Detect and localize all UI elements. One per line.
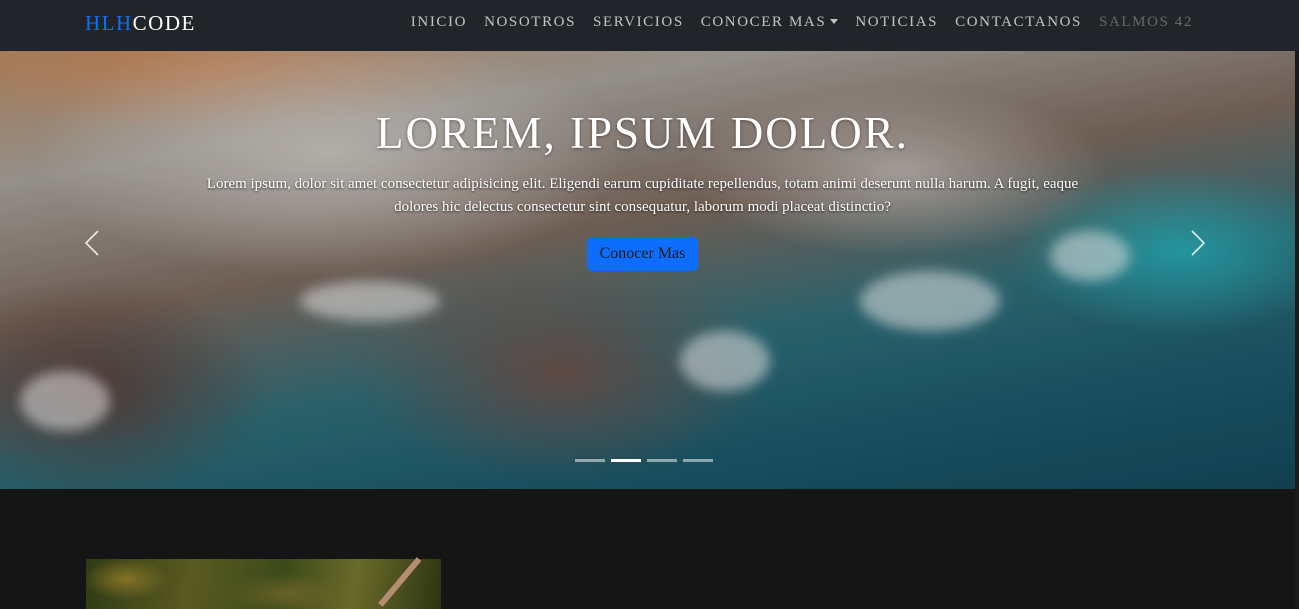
carousel-indicator-3[interactable]	[647, 459, 677, 462]
road-decoration	[378, 557, 422, 607]
nav-item-conocer-mas-dropdown[interactable]: CONOCER MAS	[701, 14, 839, 31]
hero-text: Lorem ipsum, dolor sit amet consectetur …	[206, 176, 1079, 215]
nav-item-noticias[interactable]: NOTICIAS	[855, 14, 938, 31]
carousel-prev-button[interactable]	[72, 223, 112, 263]
scrollbar-track[interactable]	[1295, 51, 1299, 609]
nav-item-conocer-mas-label: CONOCER MAS	[700, 14, 827, 30]
nav-item-nosotros[interactable]: NOSOTROS	[484, 14, 576, 31]
carousel-indicators	[575, 459, 713, 462]
card-image	[86, 557, 441, 609]
carousel-indicator-2[interactable]	[611, 459, 641, 462]
carousel-indicator-4[interactable]	[683, 459, 713, 462]
conocer-mas-button[interactable]: Conocer Mas	[586, 237, 699, 271]
caret-down-icon	[830, 19, 839, 24]
brand-part-1: HLH	[85, 11, 133, 35]
nav-item-contactanos[interactable]: CONTACTANOS	[955, 14, 1082, 31]
navbar: HLHCODE INICIO NOSOTROS SERVICIOS CONOCE…	[0, 0, 1299, 51]
carousel-next-button[interactable]	[1178, 223, 1218, 263]
nav-item-inicio[interactable]: INICIO	[411, 14, 467, 31]
chevron-left-icon	[84, 230, 99, 256]
carousel-indicator-1[interactable]	[575, 459, 605, 462]
hero-title: LOREM, IPSUM DOLOR.	[375, 108, 910, 158]
nav-item-salmos-42: SALMOS 42	[1099, 14, 1193, 30]
nav-menu: INICIO NOSOTROS SERVICIOS CONOCER MAS NO…	[411, 14, 1193, 31]
hero-carousel: LOREM, IPSUM DOLOR. Lorem ipsum, dolor s…	[0, 51, 1295, 489]
hero-caption: LOREM, IPSUM DOLOR. Lorem ipsum, dolor s…	[190, 107, 1095, 271]
chevron-right-icon	[1191, 230, 1206, 256]
brand-part-2: CODE	[132, 11, 196, 35]
nav-item-servicios[interactable]: SERVICIOS	[593, 14, 684, 31]
brand-logo[interactable]: HLHCODE	[85, 11, 196, 36]
